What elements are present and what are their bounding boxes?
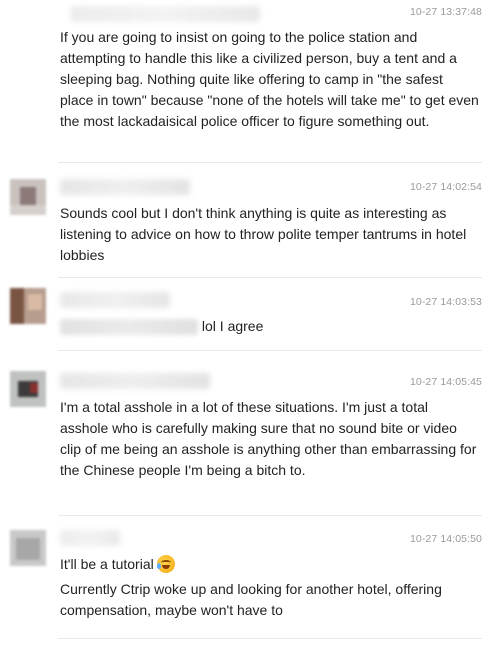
- comment-text: Currently Ctrip woke up and looking for …: [60, 581, 442, 618]
- crying-laughing-icon: [156, 555, 175, 573]
- username-redacted: [60, 530, 120, 546]
- comment-item: 10-27 14:02:54 Sounds cool but I don't t…: [0, 163, 490, 277]
- comment-text: It'll be a tutorial: [60, 556, 154, 572]
- comment-item: 10-27 14:03:53 lol I agree: [0, 278, 490, 350]
- comment-item: 10-27 14:05:50 It'll be a tutorial Curre…: [0, 516, 490, 638]
- username-redacted: [60, 292, 170, 308]
- comment-text: I'm a total asshole in a lot of these si…: [60, 399, 477, 478]
- avatar: [10, 288, 46, 324]
- avatar: [10, 179, 46, 215]
- username-redacted: [60, 179, 190, 195]
- comment-timestamp: 10-27 14:05:45: [409, 376, 482, 388]
- comment-item: 10-27 14:05:45 I'm a total asshole in a …: [0, 351, 490, 515]
- avatar: [10, 371, 46, 407]
- comment-text: Sounds cool but I don't think anything i…: [60, 205, 467, 263]
- comment-timestamp: 10-27 13:37:48: [409, 6, 482, 18]
- comment-item: 10-27 13:37:48 If you are going to insis…: [0, 0, 490, 162]
- comment-timestamp: 10-27 14:03:53: [409, 296, 482, 308]
- mention-redacted: [60, 319, 198, 336]
- comment-divider: [58, 638, 482, 639]
- comment-line: lol I agree: [60, 316, 480, 337]
- comment-first-line: It'll be a tutorial: [60, 554, 480, 575]
- comment-text: lol I agree: [201, 318, 264, 334]
- comment-body: It'll be a tutorial Currently Ctrip woke…: [60, 554, 480, 621]
- comment-text: If you are going to insist on going to t…: [60, 29, 479, 129]
- comment-timestamp: 10-27 14:05:50: [409, 533, 482, 545]
- avatar: [10, 530, 46, 566]
- comment-thread: 10-27 13:37:48 If you are going to insis…: [0, 0, 490, 646]
- username-redacted: [70, 6, 260, 22]
- username-redacted: [60, 373, 210, 389]
- comment-timestamp: 10-27 14:02:54: [409, 181, 482, 193]
